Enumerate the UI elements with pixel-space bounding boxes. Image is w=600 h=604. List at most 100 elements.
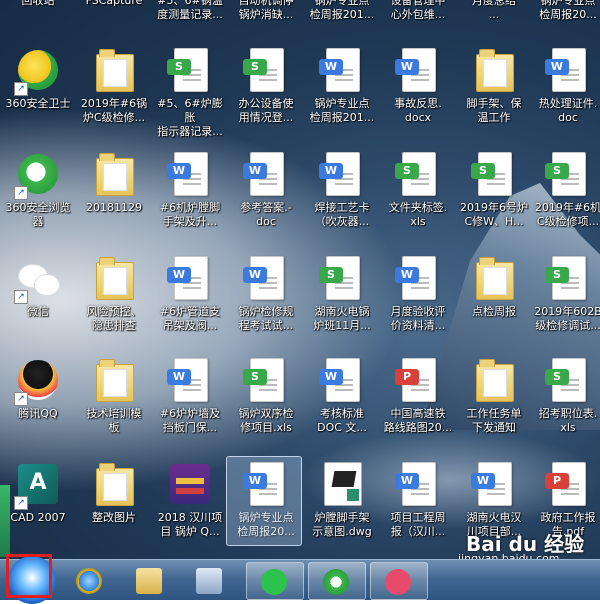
word-document-icon: W [318, 150, 366, 198]
desktop-icon-label: 锅炉专业点 检周报201... [309, 97, 375, 124]
desktop-icon[interactable]: W 热处理证件. doc [532, 46, 600, 125]
desktop-icon[interactable]: 月度总结 ... [458, 0, 530, 22]
desktop-icon-label: 整改图片 [92, 511, 136, 524]
desktop-icon[interactable]: W 锅炉检修规 程考试试... [230, 254, 302, 333]
desktop-icon[interactable]: 回收站 [2, 0, 74, 8]
desktop-icon[interactable]: 点检周报 [458, 254, 530, 319]
desktop-icon[interactable]: W #6炉炉墙及 挡板门保... [154, 356, 226, 435]
desktop-icon[interactable]: W 焊接工艺卡 （吹灰器... [306, 150, 378, 229]
desktop-icon[interactable]: 工作任务单 下发通知 [458, 356, 530, 435]
desktop-icon[interactable]: S 湖南火电锅 炉班11月... [306, 254, 378, 333]
word-document-icon: W [166, 150, 214, 198]
desktop-icon[interactable]: 炉膛脚手架 示意图.dwg [306, 460, 378, 539]
shortcut-arrow-icon: ↗ [14, 392, 28, 406]
desktop-icon[interactable]: 20181129 [78, 150, 150, 215]
desktop-icon[interactable]: 技术培训模 板 [78, 356, 150, 435]
excel-document-icon: S [318, 254, 366, 302]
desktop-icon[interactable]: W 锅炉专业点 检周报20... [226, 456, 302, 546]
desktop-icon[interactable]: ↗CAD 2007 [2, 460, 74, 525]
word-document-icon: W [242, 150, 290, 198]
desktop-icon[interactable]: 风险预控、 隐患排查 [78, 254, 150, 333]
desktop-icon[interactable]: W #6机炉膛脚 手架及升... [154, 150, 226, 229]
desktop-icon[interactable]: 自动机调停 锅炉消缺... [230, 0, 302, 22]
desktop-icon-label: 办公设备使 用情况登... [238, 97, 294, 124]
desktop-icon-label: 2019年6号炉 C修W、H... [460, 201, 528, 228]
desktop-icon-label: #5、6#炉膨胀 指示器记录... [157, 97, 223, 138]
desktop-icon[interactable]: ↗ 腾讯QQ [2, 356, 74, 421]
desktop-icon[interactable]: 2018 汉川项 目 锅炉 Q... [154, 460, 226, 539]
folder-icon [90, 46, 138, 94]
desktop-icon[interactable]: W 锅炉专业点 检周报201... [306, 46, 378, 125]
desktop-icon-label: 锅炉双序检 修项目.xls [238, 407, 294, 434]
desktop-icon-label: FSCapture [85, 0, 143, 7]
desktop-icon[interactable]: ↗ 360安全卫士 [2, 46, 74, 111]
wechat-icon: ↗ [14, 254, 62, 304]
excel-document-icon: S [242, 46, 290, 94]
desktop-icon[interactable]: W 月度验收评 价资料清... [382, 254, 454, 333]
desktop-icon-label: 点检周报 [472, 305, 516, 318]
desktop-icon[interactable]: S 锅炉双序检 修项目.xls [230, 356, 302, 435]
desktop-icon[interactable]: 整改图片 [78, 460, 150, 525]
desktop-icon[interactable]: #5、6#锅温 度测量记录... [154, 0, 226, 22]
desktop-icon-label: 自动机调停 锅炉消缺... [238, 0, 294, 21]
desktop-icon[interactable]: W 项目工程周 报（汉川... [382, 460, 454, 539]
desktop-icon[interactable]: S 2019年#6机 C级检修项... [532, 150, 600, 229]
explorer-icon [136, 568, 162, 594]
desktop-icon-label: 20181129 [86, 201, 142, 214]
folder-icon [470, 46, 518, 94]
desktop-icon-label: 湖南火电锅 炉班11月... [313, 305, 371, 332]
desktop-icon[interactable]: S 文件夹标签. xls [382, 150, 454, 229]
desktop-icon-label: 热处理证件. doc [538, 97, 598, 124]
desktop-icon-label: 项目工程周 报（汉川... [390, 511, 446, 538]
desktop-icon-label: 招考职位表. xls [538, 407, 598, 434]
dwg-icon [318, 460, 366, 508]
desktop-icon[interactable]: S 办公设备使 用情况登... [230, 46, 302, 125]
desktop-icon[interactable]: 2019年#6锅 炉C级检修... [78, 46, 150, 125]
word-document-icon: W [318, 356, 366, 404]
desktop-icon-label: 参考答案.- doc [240, 201, 292, 228]
safe-icon: ↗ [14, 46, 62, 96]
desktop-icon[interactable]: W 参考答案.- doc [230, 150, 302, 229]
shortcut-arrow-icon: ↗ [14, 496, 28, 510]
desktop-icon[interactable]: S 招考职位表. xls [532, 356, 600, 435]
explorer-taskbar-button[interactable] [122, 562, 178, 598]
winrar-icon [166, 460, 214, 508]
desktop-icon-label: 360安全浏览 器 [5, 201, 71, 228]
desktop-icon-label: 风险预控、 隐患排查 [86, 305, 142, 332]
desktop-icon-label: 事故反思. docx [394, 97, 442, 124]
word-document-icon: W [166, 254, 214, 302]
desktop-icon[interactable]: 锅炉专业点 检周报20... [532, 0, 600, 22]
desktop-icon-label: 2019年#6机 C级检修项... [534, 201, 600, 228]
desktop-icon-label: 技术培训模 板 [86, 407, 142, 434]
heart-app-taskbar-button[interactable] [370, 562, 428, 600]
excel-document-icon: S [166, 46, 214, 94]
desktop-icon[interactable]: S 2019年6号炉 C修W、H... [458, 150, 530, 229]
excel-document-icon: S [544, 356, 592, 404]
calculator-taskbar-button[interactable] [182, 562, 238, 598]
word-document-icon: W [394, 254, 442, 302]
word-document-icon: W [544, 46, 592, 94]
excel-document-icon: S [242, 356, 290, 404]
desktop-icon[interactable]: 脚手架、保 温工作 [458, 46, 530, 125]
ie-taskbar-button[interactable] [62, 562, 118, 598]
desktop-icon[interactable]: ↗ 360安全浏览 器 [2, 150, 74, 229]
360-browser-taskbar-button[interactable] [308, 562, 366, 600]
360-browser-taskbar-icon [323, 569, 349, 595]
desktop-icon[interactable]: 设备管理中 心外包维... [382, 0, 454, 22]
desktop-icon[interactable]: W 考核标准 DOC 文... [306, 356, 378, 435]
desktop-icon[interactable]: 锅炉专业点 检周报201... [306, 0, 378, 22]
desktop-icon[interactable]: P 中国高速铁 路线路图20... [382, 356, 454, 435]
word-document-icon: W [318, 46, 366, 94]
desktop-icon[interactable]: FSCapture [78, 0, 150, 8]
desktop-icon[interactable]: W #6炉管道支 吊架及阀... [154, 254, 226, 333]
shortcut-arrow-icon: ↗ [14, 290, 28, 304]
desktop-icon-label: 回收站 [21, 0, 55, 7]
desktop-icon-label: 360安全卫士 [5, 97, 71, 110]
wechat-taskbar-button[interactable] [246, 562, 304, 600]
desktop-icon[interactable]: S 2019年602B 级检修调试... [532, 254, 600, 333]
desktop-icon[interactable]: W 事故反思. docx [382, 46, 454, 125]
desktop-icon-label: 2019年602B 级检修调试... [534, 305, 600, 332]
desktop-icon[interactable]: S #5、6#炉膨胀 指示器记录... [154, 46, 226, 139]
excel-document-icon: S [544, 150, 592, 198]
desktop-icon[interactable]: ↗ 微信 [2, 254, 74, 319]
